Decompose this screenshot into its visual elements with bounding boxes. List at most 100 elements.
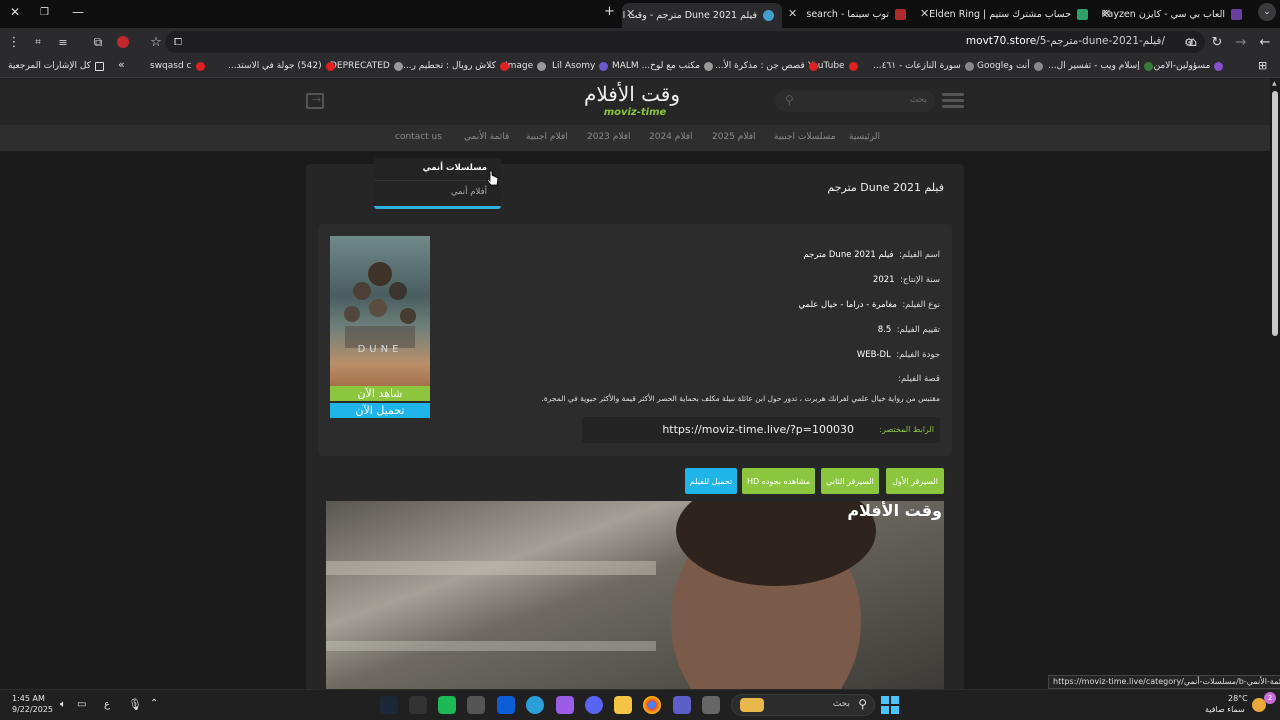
copilot-icon[interactable]	[556, 696, 574, 714]
nav-foreign-series[interactable]: مسلسلات اجنبية	[774, 132, 836, 142]
nav-movies-2023[interactable]: افلام 2023	[587, 132, 631, 142]
tab-steam[interactable]: حساب مشترك ستيم | Elden Ring ✕	[916, 3, 1096, 25]
bookmark-item[interactable]: (542) جولة في الاستد...	[228, 61, 335, 71]
store-icon[interactable]	[497, 696, 515, 714]
nav-foreign-movies[interactable]: افلام اجنبية	[526, 132, 568, 142]
tab-title: توب سينما - search	[806, 8, 889, 20]
tab-strip: ✕ ❐ — + فيلم Dune 2021 مترجم - وقت الأ ✕…	[0, 0, 1280, 28]
all-bookmarks-folder[interactable]: كل الإشارات المرجعية	[8, 61, 104, 71]
bookmark-item[interactable]: قصص جن : مذكرة الأ...	[715, 61, 818, 71]
nav-contact-us[interactable]: contact us	[395, 132, 442, 142]
taskbar-search[interactable]: بحث ⚲	[731, 694, 875, 716]
notification-badge[interactable]: 2	[1264, 692, 1276, 704]
clock-date[interactable]: 9/22/2025	[12, 705, 53, 714]
close-tab-icon[interactable]: ✕	[626, 7, 635, 20]
bookmark-item[interactable]: swqasd c	[150, 61, 205, 71]
extension-red-icon[interactable]	[115, 34, 131, 50]
weather-temp[interactable]: 28°C	[1228, 694, 1248, 703]
weather-desc[interactable]: سماء صافية	[1205, 705, 1245, 714]
bookmark-item[interactable]: DEPRECATED	[330, 61, 403, 71]
apps-grid-icon[interactable]: ⊞	[1258, 59, 1267, 72]
reload-icon[interactable]: ↻	[1209, 34, 1225, 50]
close-tab-icon[interactable]: ✕	[920, 7, 929, 20]
dropdown-item-anime-movies[interactable]: أفلام أنمي	[451, 187, 487, 197]
chrome-icon[interactable]	[643, 696, 661, 714]
nav-anime-list[interactable]: قائمة الأنمي	[464, 132, 509, 142]
file-explorer-icon[interactable]	[614, 696, 632, 714]
scroll-up-icon[interactable]: ▲	[1272, 80, 1277, 87]
search-icon[interactable]: ⚲	[785, 93, 794, 107]
close-tab-icon[interactable]: ✕	[1102, 7, 1111, 20]
volume-icon[interactable]: 🔈︎	[60, 699, 66, 710]
epic-games-icon[interactable]	[409, 696, 427, 714]
bookmark-favicon-icon	[1214, 61, 1224, 71]
reading-list-icon[interactable]: ≡	[55, 34, 71, 50]
bookmark-item[interactable]: مكتب مع لوح... MALM	[612, 61, 714, 71]
tray-chevron-icon[interactable]: ⌃	[150, 698, 158, 709]
tab-top-cinema[interactable]: توب سينما - search ✕	[784, 3, 914, 25]
restore-window-icon[interactable]: ❐	[40, 7, 49, 18]
microphone-icon[interactable]: 🎙︎	[128, 698, 142, 711]
address-bar[interactable]: ⧠ movt70.store/مترجم-5-dune-2021-فيلم/ ⚙	[165, 31, 1205, 53]
site-logo[interactable]: وقت الأفلام moviz-time	[584, 81, 680, 125]
server-one-button[interactable]: السيرفر الأول	[886, 468, 944, 494]
discord-icon[interactable]	[585, 696, 603, 714]
bookmark-item[interactable]: أنت وGoogle	[977, 61, 1043, 71]
bookmark-item[interactable]: Image	[505, 61, 547, 71]
short-link-url[interactable]: https://moviz-time.live/?p=100030	[662, 423, 854, 436]
menu-icon[interactable]: ⋮	[6, 34, 22, 50]
extensions-puzzle-icon[interactable]: ⧉	[90, 34, 106, 50]
new-tab-button[interactable]: +	[604, 4, 615, 19]
forward-icon[interactable]: →	[1233, 34, 1249, 50]
windows-taskbar: 1:45 AM 9/22/2025 🔈︎ ▭ ع 🎙︎ ⌃ بحث ⚲ 28°C…	[0, 689, 1280, 720]
back-icon[interactable]: ←	[1257, 34, 1273, 50]
download-movie-button[interactable]: تحميل للفيلم	[685, 468, 737, 494]
close-window-icon[interactable]: ✕	[10, 5, 20, 19]
extension-icon[interactable]: ⌗	[30, 34, 46, 50]
tab-dune[interactable]: فيلم Dune 2021 مترجم - وقت الأ ✕	[622, 3, 782, 28]
login-icon[interactable]: →	[306, 93, 324, 109]
scrollbar-thumb[interactable]	[1272, 91, 1278, 336]
app-window-icon[interactable]	[702, 696, 720, 714]
movie-poster[interactable]: DUNE	[330, 236, 430, 386]
nav-movies-2024[interactable]: افلام 2024	[649, 132, 693, 142]
download-now-button[interactable]: تحميل الآن	[330, 403, 430, 418]
logo-english: moviz-time	[603, 107, 667, 118]
network-icon[interactable]: ▭	[77, 699, 86, 710]
home-icon[interactable]: ⌂	[1185, 34, 1201, 50]
install-app-icon[interactable]: ⧠	[170, 34, 186, 50]
status-bar-url: https://moviz-time.live/category/مسلسلات…	[1048, 675, 1280, 689]
clock-time[interactable]: 1:45 AM	[12, 694, 45, 703]
video-player[interactable]: وقت الأفلام	[326, 501, 944, 689]
video-frame	[326, 501, 876, 689]
site-search-input[interactable]: بحث ⚲	[775, 90, 935, 112]
watch-hd-button[interactable]: مشاهده بجوده HD	[742, 468, 815, 494]
steam-icon[interactable]	[380, 696, 398, 714]
tab-search-icon[interactable]: ⌄	[1258, 3, 1276, 21]
bookmark-favicon-icon	[325, 61, 335, 71]
edge-icon[interactable]	[526, 696, 544, 714]
windows-start-icon[interactable]	[881, 696, 899, 714]
minimize-window-icon[interactable]: —	[72, 5, 84, 19]
bookmark-item[interactable]: إسلام ويب - تفسير ال...	[1048, 61, 1153, 71]
page-title: فيلم Dune 2021 مترجم	[827, 181, 944, 194]
bookmark-item[interactable]: Lil Asomy	[552, 61, 609, 71]
app-grey-icon[interactable]	[467, 696, 485, 714]
nav-movies-2025[interactable]: افلام 2025	[712, 132, 756, 142]
dropdown-item-anime-series[interactable]: مسلسلات أنمي	[423, 163, 487, 173]
watch-now-button[interactable]: شاهد الآن	[330, 386, 430, 401]
bookmark-star-icon[interactable]: ☆	[148, 34, 164, 50]
bookmark-item[interactable]: مسؤولين-الامن...	[1145, 61, 1224, 71]
app-green-icon[interactable]	[438, 696, 456, 714]
teams-icon[interactable]	[673, 696, 691, 714]
more-bookmarks-button[interactable]: »	[118, 58, 125, 71]
nav-home[interactable]: الرئيسية	[849, 132, 880, 142]
page-scrollbar[interactable]: ▲	[1270, 79, 1280, 689]
hamburger-menu-icon[interactable]	[942, 93, 964, 109]
bookmark-item[interactable]: كلاش رويال : تحطيم ر...	[403, 61, 509, 71]
input-language[interactable]: ع	[104, 699, 110, 710]
tab-kayzen[interactable]: العاب بي سي - كايزن Kayzen - ال ✕	[1098, 3, 1250, 25]
bookmark-item[interactable]: سورة النازعات - ٤٦١...	[873, 61, 974, 71]
server-two-button[interactable]: السيرفر الثاني	[821, 468, 879, 494]
close-tab-icon[interactable]: ✕	[788, 7, 797, 20]
